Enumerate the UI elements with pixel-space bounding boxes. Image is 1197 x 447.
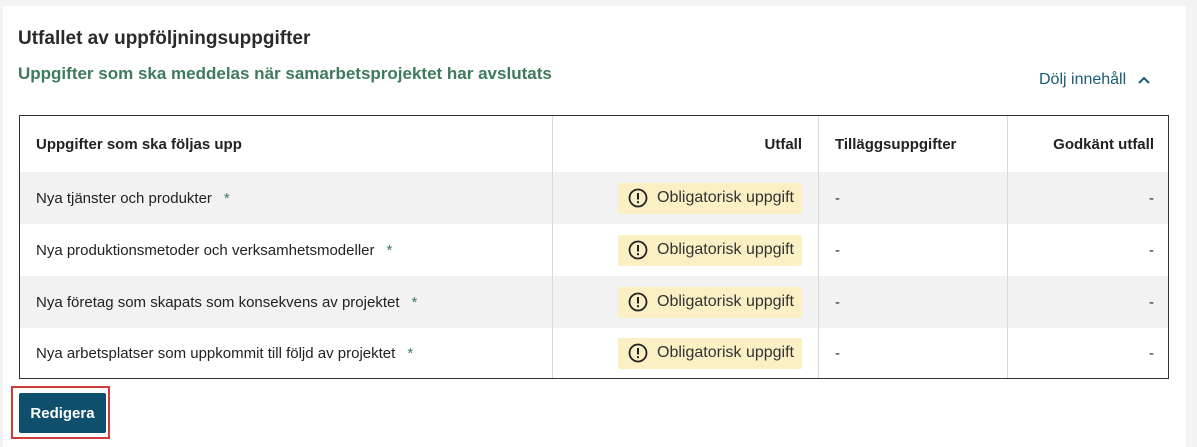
additional-cell: - — [819, 224, 1008, 276]
mandatory-badge: Obligatorisk uppgift — [618, 182, 802, 214]
alert-circle-icon — [628, 188, 648, 208]
alert-circle-icon — [628, 292, 648, 312]
required-mark: * — [223, 189, 230, 207]
column-header-task: Uppgifter som ska följas upp — [20, 116, 553, 172]
table-row: Nya tjänster och produkter * Obligatoris… — [20, 172, 1168, 224]
mandatory-badge: Obligatorisk uppgift — [618, 337, 802, 369]
badge-label: Obligatorisk uppgift — [657, 344, 794, 361]
approved-cell: - — [1149, 293, 1154, 311]
task-cell: Nya tjänster och produkter * — [20, 172, 553, 224]
approved-cell: - — [1149, 241, 1154, 259]
task-cell: Nya företag som skapats som konsekvens a… — [20, 276, 553, 328]
task-cell: Nya produktionsmetoder och verksamhetsmo… — [20, 224, 553, 276]
required-mark: * — [407, 344, 414, 362]
task-label: Nya arbetsplatser som uppkommit till föl… — [36, 344, 396, 362]
column-header-additional: Tilläggsuppgifter — [819, 116, 1008, 172]
table-header-row: Uppgifter som ska följas upp Utfall Till… — [20, 116, 1168, 172]
table-row: Nya företag som skapats som konsekvens a… — [20, 276, 1168, 328]
required-mark: * — [411, 293, 418, 311]
badge-label: Obligatorisk uppgift — [657, 189, 794, 206]
hide-content-toggle[interactable]: Dölj innehåll — [1039, 71, 1150, 89]
additional-cell: - — [819, 172, 1008, 224]
section-subtitle: Uppgifter som ska meddelas när samarbets… — [18, 64, 552, 83]
additional-cell: - — [819, 276, 1008, 328]
approved-cell: - — [1149, 189, 1154, 207]
mandatory-badge: Obligatorisk uppgift — [618, 234, 802, 266]
task-label: Nya tjänster och produkter — [36, 189, 212, 207]
required-mark: * — [386, 241, 393, 259]
table-row: Nya produktionsmetoder och verksamhetsmo… — [20, 224, 1168, 276]
mandatory-badge: Obligatorisk uppgift — [618, 286, 802, 318]
outcome-cell: Obligatorisk uppgift — [553, 172, 819, 224]
column-header-approved: Godkänt utfall — [1053, 135, 1154, 153]
task-label: Nya företag som skapats som konsekvens a… — [36, 293, 400, 311]
badge-label: Obligatorisk uppgift — [657, 241, 794, 258]
approved-cell: - — [1149, 344, 1154, 362]
section-title: Utfallet av uppföljningsuppgifter — [18, 28, 311, 49]
column-header-outcome: Utfall — [553, 116, 819, 172]
outcome-cell: Obligatorisk uppgift — [553, 328, 819, 378]
chevron-up-icon — [1138, 76, 1150, 84]
table-row: Nya arbetsplatser som uppkommit till föl… — [20, 328, 1168, 378]
edit-button[interactable]: Redigera — [19, 393, 106, 433]
alert-circle-icon — [628, 343, 648, 363]
badge-label: Obligatorisk uppgift — [657, 293, 794, 310]
additional-cell: - — [819, 328, 1008, 378]
outcome-cell: Obligatorisk uppgift — [553, 276, 819, 328]
task-cell: Nya arbetsplatser som uppkommit till föl… — [20, 328, 553, 378]
task-label: Nya produktionsmetoder och verksamhetsmo… — [36, 241, 375, 259]
alert-circle-icon — [628, 240, 648, 260]
follow-up-table: Uppgifter som ska följas upp Utfall Till… — [19, 115, 1169, 379]
outcome-cell: Obligatorisk uppgift — [553, 224, 819, 276]
toggle-label: Dölj innehåll — [1039, 71, 1127, 88]
